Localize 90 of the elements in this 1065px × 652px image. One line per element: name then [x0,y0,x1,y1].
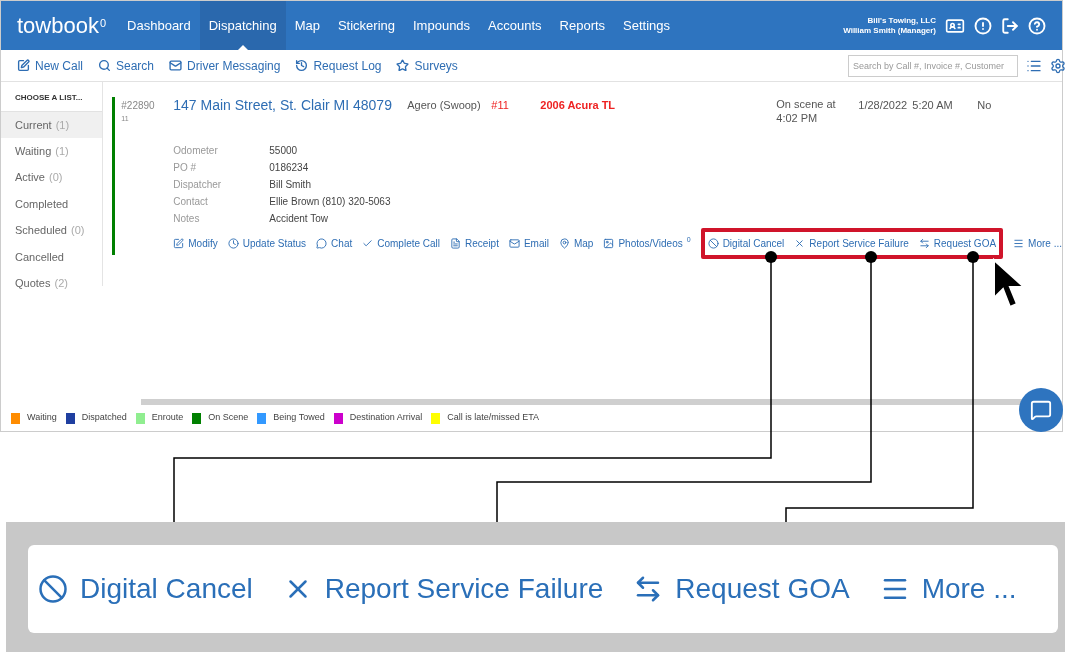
detail-value: 0186234 [269,161,309,175]
detail-label: PO # [173,161,198,175]
search-icon [98,59,111,72]
alert-icon[interactable] [974,16,992,35]
action-link[interactable]: More ... [879,568,1017,610]
nav-link[interactable]: Stickering [328,1,404,50]
legend-label: Waiting [27,411,57,425]
edit-icon [17,59,30,72]
nav-link[interactable]: Dashboard [118,1,200,50]
help-icon[interactable] [1028,16,1046,35]
nav-link[interactable]: Reports [550,1,615,50]
chat-icon [1030,399,1052,421]
action-link[interactable]: Email [508,236,549,251]
toolbar-link[interactable]: New Call [17,56,83,75]
action-link[interactable]: Modify [173,236,218,251]
action-link[interactable]: Receipt [450,236,499,251]
company-name: Bill's Towing, LLC [867,15,936,26]
action-link[interactable]: Digital Cancel [38,568,253,610]
toolbar-link[interactable]: Surveys [396,56,458,75]
history-icon [295,59,309,72]
action-link[interactable]: Photos/Videos $^{0}$ [603,236,691,251]
sidebar-heading: CHOOSE A LIST... [14,92,84,104]
nav-link[interactable]: Accounts [479,1,551,50]
legend-label: Call is late/missed ETA [447,411,540,425]
nav-link[interactable]: Dispatching [199,1,286,50]
search-field[interactable]: Search by Call #, Invoice #, Customer [848,54,1018,77]
action-link[interactable]: Report Service Failure [282,568,604,610]
legend-label: Enroute [151,411,184,425]
call-address[interactable]: 147 Main Street, St. Clair MI 48079 [173,97,408,113]
action-link[interactable]: Map [558,236,594,251]
ban-icon [38,574,68,604]
action-link[interactable]: Complete Call [362,236,441,251]
detail-label: Contact [173,195,209,209]
call-time: 5:20 AM [912,98,954,113]
detail-value: 55000 [269,144,298,158]
envelope-icon [169,59,183,72]
clock-icon [227,238,239,249]
sidebar-item[interactable]: Current (1) [1,111,103,138]
detail-value: Ellie Brown (810) 320-5063 [269,195,391,209]
toolbar-link[interactable]: Request Log [295,56,382,75]
sidebar-item[interactable]: Scheduled (0) [1,217,103,244]
detail-label: Odometer [173,144,219,158]
settings-icon[interactable] [1050,57,1065,74]
logo: towbook$^{0}$ [17,14,107,37]
legend-label: Destination Arrival [349,411,423,425]
map-pin-icon [558,238,570,249]
action-link[interactable]: Report Service Failure [794,236,909,251]
nav-link[interactable]: Map [285,1,329,50]
legend-label: On Scene [208,411,249,425]
envelope-icon [508,238,520,249]
call-date: 1/28/2022 [858,98,909,113]
detail-label: Dispatcher [173,178,223,192]
legend-label: Being Towed [273,411,325,425]
menu-icon [1013,238,1025,249]
sidebar-item[interactable]: Waiting (1) [1,137,103,164]
action-link[interactable]: Request GOA [633,568,850,610]
swap-arrows-icon [918,238,930,249]
toolbar-link[interactable]: Driver Messaging [169,56,281,75]
sidebar-item[interactable]: Completed [1,190,103,217]
call-number: #22890 [121,99,156,112]
logout-icon[interactable] [1001,16,1019,35]
nav-link[interactable]: Impounds [404,1,480,50]
detail-value: Bill Smith [269,178,311,192]
image-icon [603,238,615,249]
eta-status: On scene at 4:02 PM [776,97,837,125]
reference-number: #11 [491,98,510,113]
action-link[interactable]: Update Status [227,236,307,251]
table-cell-text: No [977,98,992,113]
action-link[interactable]: Request GOA [918,236,997,251]
vehicle: 2006 Acura TL [540,98,617,113]
document-icon [450,238,462,249]
user-name: William Smith (Manager) [843,25,936,36]
ban-icon [707,238,719,249]
toolbar-link[interactable]: Search [98,56,155,75]
action-link[interactable]: Chat [316,236,353,251]
legend-label: Dispatched [81,411,127,425]
close-icon [794,238,806,249]
check-icon [362,238,374,249]
action-link[interactable]: Digital Cancel [707,236,785,251]
star-icon [396,59,410,72]
sidebar-item[interactable]: Cancelled [1,243,103,270]
detail-label: Notes [173,212,201,226]
account-name: Agero (Swoop) [407,98,482,113]
sidebar-item[interactable]: Quotes (2) [1,270,103,297]
detail-value: Accident Tow [269,212,329,226]
edit-icon [173,238,185,249]
action-link[interactable]: More ... [1013,236,1062,251]
chat-icon [316,238,328,249]
sidebar-item[interactable]: Active (0) [1,164,103,191]
nav-link[interactable]: Settings [614,1,680,50]
